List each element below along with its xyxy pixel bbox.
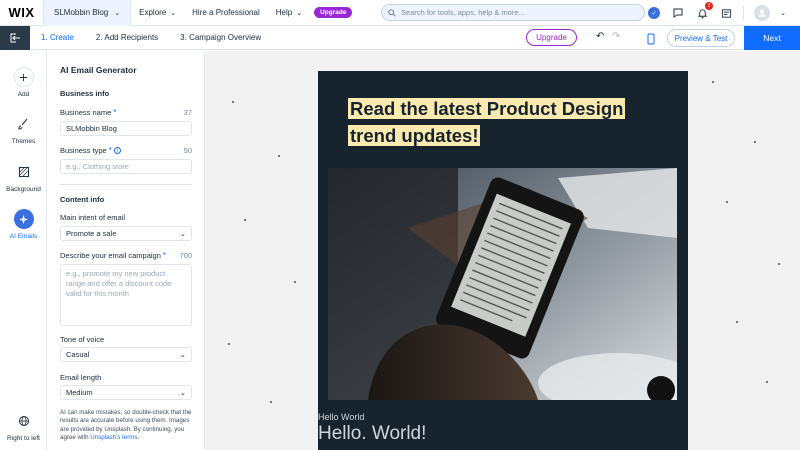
canvas-speck	[754, 141, 756, 143]
unsplash-terms-link[interactable]: Unsplash's terms	[90, 434, 137, 441]
rail-item-right-to-left[interactable]: Right to left	[0, 411, 47, 442]
chevron-down-icon: ⌄	[179, 350, 186, 359]
exit-button[interactable]	[0, 25, 30, 50]
describe-campaign-label: Describe your email campaign *	[60, 251, 167, 260]
canvas-speck	[244, 219, 246, 221]
describe-campaign-textarea[interactable]	[60, 264, 192, 326]
tone-select[interactable]: Casual ⌄	[60, 347, 192, 362]
email-preview[interactable]: Read the latest Product Design trend upd…	[318, 71, 688, 450]
rail-item-background[interactable]: Background	[0, 162, 47, 193]
undo-icon[interactable]: ↶	[596, 31, 604, 42]
background-icon	[14, 162, 34, 182]
length-label: Email length	[60, 373, 102, 382]
section-business-info: Business info	[60, 89, 110, 98]
business-type-input[interactable]	[60, 159, 192, 174]
exit-arrow-icon	[10, 33, 20, 42]
required-asterisk: *	[162, 251, 167, 260]
ai-sparkle-icon	[13, 209, 34, 229]
mobile-view-icon[interactable]	[646, 32, 656, 50]
brush-icon	[14, 114, 34, 134]
site-selector[interactable]: SLMobbin Blog ⌄	[44, 0, 132, 26]
chevron-down-icon[interactable]: ⌄	[780, 9, 786, 17]
rail-item-add[interactable]: Add	[0, 67, 47, 98]
canvas-speck	[726, 201, 728, 203]
search-input[interactable]	[401, 8, 631, 17]
chat-icon[interactable]	[671, 6, 685, 20]
business-name-char-count: 37	[183, 108, 192, 117]
intent-select[interactable]: Promote a sale ⌄	[60, 226, 192, 241]
nav-help[interactable]: Help ⌄	[268, 0, 310, 26]
news-icon[interactable]	[719, 6, 733, 20]
campaign-upgrade-button[interactable]: Upgrade	[526, 29, 577, 46]
business-name-input[interactable]	[60, 121, 192, 136]
step-list: 1. Create 2. Add Recipients 3. Campaign …	[30, 33, 272, 42]
plus-icon	[13, 67, 34, 87]
help-status-icon[interactable]: ✓	[647, 6, 661, 20]
search-icon	[388, 8, 396, 17]
email-canvas[interactable]: Read the latest Product Design trend upd…	[206, 51, 800, 450]
required-asterisk: *	[108, 146, 112, 155]
email-headline[interactable]: Read the latest Product Design trend upd…	[348, 95, 648, 149]
search-bar[interactable]	[381, 4, 645, 21]
canvas-speck	[228, 343, 230, 345]
nav-explore[interactable]: Explore ⌄	[131, 0, 184, 26]
canvas-speck	[778, 263, 780, 265]
top-right-actions: ✓ 2 ⌄	[647, 0, 800, 26]
canvas-speck	[736, 321, 738, 323]
step-add-recipients[interactable]: 2. Add Recipients	[85, 33, 169, 42]
wix-logo[interactable]: WIX	[0, 0, 44, 26]
e-reader-photo	[328, 168, 677, 400]
email-hello-small[interactable]: Hello World	[318, 412, 364, 422]
nav-hire-professional[interactable]: Hire a Professional	[184, 0, 268, 26]
campaign-step-bar: 1. Create 2. Add Recipients 3. Campaign …	[0, 25, 800, 50]
canvas-speck	[294, 281, 296, 283]
describe-char-count: 700	[179, 251, 192, 260]
rail-item-ai-emails[interactable]: AI Emails	[0, 209, 47, 240]
info-icon[interactable]: i	[113, 147, 121, 154]
canvas-speck	[766, 381, 768, 383]
preview-test-button[interactable]: Preview & Test	[667, 29, 735, 47]
canvas-speck	[270, 401, 272, 403]
notifications-bell-icon[interactable]: 2	[695, 2, 714, 20]
business-type-label: Business type * i	[60, 146, 121, 155]
user-avatar[interactable]	[754, 5, 771, 21]
divider	[743, 6, 745, 20]
section-content-info: Content info	[60, 195, 105, 204]
step-create[interactable]: 1. Create	[30, 33, 85, 42]
notification-count-badge: 2	[705, 2, 714, 10]
top-bar: WIX SLMobbin Blog ⌄ Explore ⌄ Hire a Prof…	[0, 0, 800, 26]
canvas-speck	[712, 81, 714, 83]
required-asterisk: *	[113, 108, 117, 117]
canvas-speck	[278, 155, 280, 157]
tool-rail: Add Themes Background AI Emails Right to…	[0, 51, 47, 450]
ai-disclaimer: AI can make mistakes, so double-check th…	[60, 409, 192, 442]
redo-icon[interactable]: ↷	[612, 31, 620, 42]
top-nav: Explore ⌄ Hire a Professional Help ⌄ Upgra…	[131, 0, 353, 26]
globe-icon	[14, 411, 34, 431]
rail-item-themes[interactable]: Themes	[0, 114, 47, 145]
business-type-char-count: 50	[183, 146, 192, 155]
business-name-label: Business name *	[60, 108, 117, 117]
divider	[60, 184, 192, 185]
next-button[interactable]: Next	[744, 26, 800, 50]
intent-label: Main intent of email	[60, 213, 126, 222]
email-hello-title[interactable]: Hello. World!	[318, 423, 426, 445]
email-hero-image[interactable]	[328, 168, 677, 400]
chevron-down-icon: ⌄	[179, 229, 186, 238]
chevron-down-icon: ⌄	[179, 388, 186, 397]
step-campaign-overview[interactable]: 3. Campaign Overview	[169, 33, 272, 42]
length-select[interactable]: Medium ⌄	[60, 385, 192, 400]
site-name: SLMobbin Blog	[54, 8, 109, 17]
chevron-down-icon: ⌄	[170, 9, 177, 17]
panel-title: AI Email Generator	[60, 65, 137, 75]
canvas-speck	[232, 101, 234, 103]
chevron-down-icon: ⌄	[296, 9, 303, 17]
tone-label: Tone of voice	[60, 335, 105, 344]
ai-email-generator-panel: AI Email Generator Business info Busines…	[47, 51, 205, 450]
chevron-down-icon: ⌄	[114, 9, 121, 17]
upgrade-button[interactable]: Upgrade	[314, 7, 353, 18]
